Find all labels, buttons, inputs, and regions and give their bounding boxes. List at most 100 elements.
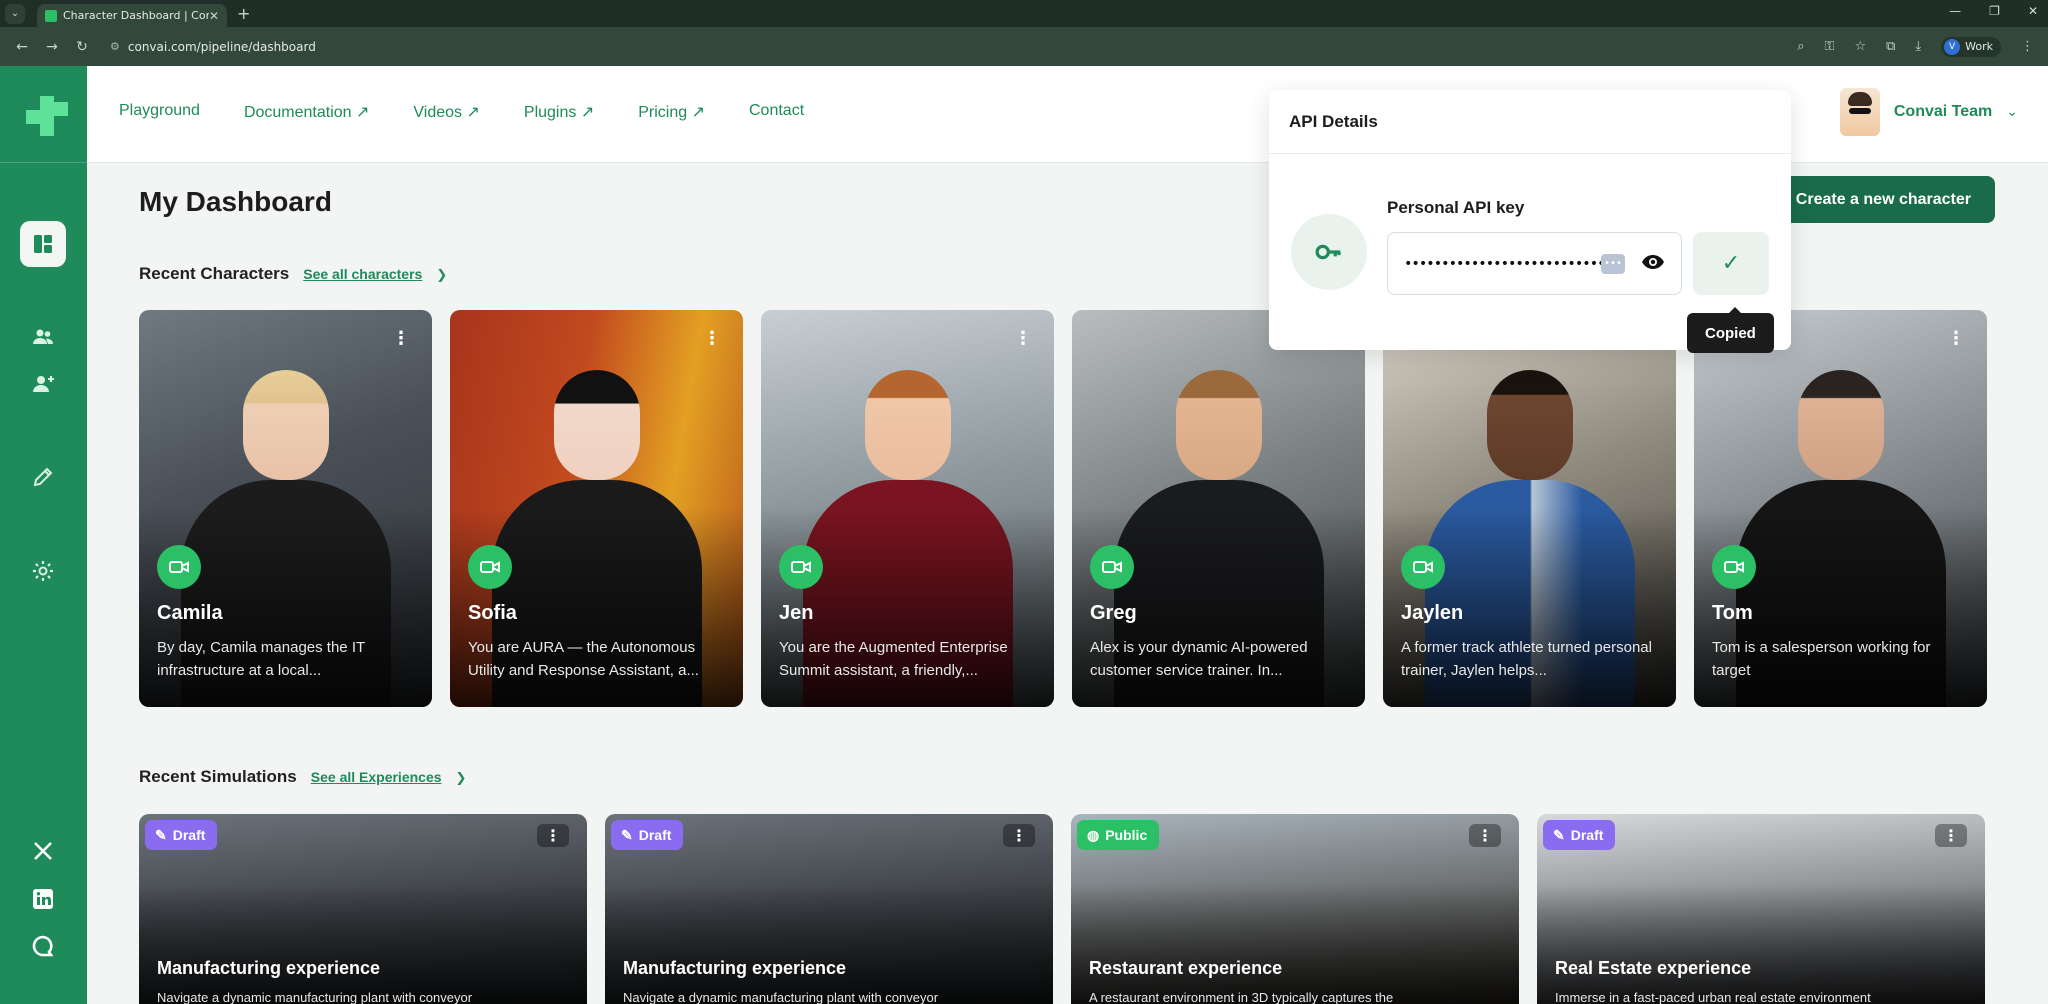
simulation-cards: ✎ Draft ⋮ Manufacturing experience Naviga… — [139, 814, 1985, 1004]
password-key-icon[interactable]: ⚿ — [1825, 39, 1835, 54]
nav-link-videos[interactable]: Videos ↗ — [413, 102, 479, 122]
minimize-icon[interactable]: — — [1949, 4, 1961, 18]
character-description: Alex is your dynamic AI-powered customer… — [1090, 639, 1308, 679]
globe-icon: ◍ — [1087, 826, 1100, 843]
video-call-button[interactable] — [157, 545, 201, 589]
video-call-button[interactable] — [1712, 545, 1756, 589]
video-camera-icon — [1413, 561, 1433, 573]
character-card[interactable]: ⋮ Greg Alex is your dynamic AI-powered c… — [1072, 310, 1365, 707]
page-title: My Dashboard — [139, 186, 332, 217]
browser-menu-icon[interactable]: ⋮ — [2021, 39, 2034, 54]
see-all-experiences-link[interactable]: See all Experiences — [311, 769, 442, 785]
more-options-icon[interactable]: ⋮ — [1003, 824, 1035, 847]
x-icon — [34, 842, 52, 860]
users-icon — [33, 329, 53, 344]
recent-characters-heading: Recent Characters — [139, 264, 290, 283]
nav-link-playground[interactable]: Playground — [119, 102, 200, 122]
character-card[interactable]: ⋮ Sofia You are AURA — the Autonomous Ut… — [450, 310, 743, 707]
video-camera-icon — [1102, 561, 1122, 573]
status-badge: ◍ Public — [1077, 820, 1160, 850]
convai-logo[interactable] — [22, 96, 68, 136]
sidebar-item-characters[interactable] — [20, 314, 66, 360]
video-call-button[interactable] — [779, 545, 823, 589]
simulation-card[interactable]: ✎ Draft ⋮ Manufacturing experience Naviga… — [139, 814, 587, 1004]
character-name: Jen — [779, 602, 814, 624]
sidebar — [0, 66, 87, 1004]
settings-icon — [33, 561, 53, 581]
browser-tab[interactable]: Character Dashboard | Convai ✕ — [37, 4, 227, 27]
api-key-input[interactable] — [1404, 255, 1601, 272]
pencil-icon: ✎ — [621, 826, 633, 843]
character-card[interactable]: ⋮ Tom Tom is a salesperson working for t… — [1694, 310, 1987, 707]
simulation-card[interactable]: ✎ Draft ⋮ Real Estate experience Immerse … — [1537, 814, 1985, 1004]
api-key-field[interactable]: ••• — [1387, 232, 1682, 295]
url-field[interactable]: ⚙ convai.com/pipeline/dashboard — [110, 40, 1797, 54]
profile-avatar: V — [1944, 38, 1961, 55]
more-options-icon[interactable]: ⋮ — [703, 328, 721, 349]
nav-link-contact[interactable]: Contact — [749, 102, 804, 122]
bookmark-star-icon[interactable]: ☆ — [1854, 39, 1866, 54]
restore-icon[interactable]: ❐ — [1989, 4, 2000, 18]
copy-api-key-button[interactable]: ✓ — [1693, 232, 1769, 295]
x-social-link[interactable] — [20, 828, 66, 874]
video-camera-icon — [169, 561, 189, 573]
pencil-icon — [33, 467, 53, 487]
avatar — [1839, 88, 1880, 136]
forward-icon[interactable]: → — [44, 39, 60, 55]
nav-link-plugins[interactable]: Plugins ↗ — [524, 102, 594, 122]
profile-button[interactable]: V Work — [1941, 36, 2001, 57]
new-tab-button[interactable]: + — [237, 4, 250, 23]
simulation-card[interactable]: ◍ Public ⋮ Restaurant experience A restau… — [1071, 814, 1519, 1004]
create-character-button[interactable]: Create a new character — [1784, 176, 1995, 223]
more-options-icon[interactable]: ⋮ — [1469, 824, 1501, 847]
video-call-button[interactable] — [1401, 545, 1445, 589]
add-user-icon — [33, 376, 54, 392]
more-options-icon[interactable]: ⋮ — [1014, 328, 1032, 349]
site-info-icon[interactable]: ⚙ — [110, 40, 120, 53]
sidebar-item-dashboard[interactable] — [20, 221, 66, 267]
password-manager-icon[interactable]: ••• — [1601, 253, 1625, 274]
close-window-icon[interactable]: ✕ — [2028, 4, 2038, 18]
sidebar-divider — [0, 162, 87, 163]
simulation-description: A restaurant environment in 3D typically… — [1089, 990, 1394, 1004]
character-name: Greg — [1090, 602, 1137, 624]
zoom-icon[interactable]: ⌕ — [1797, 39, 1804, 54]
simulation-card[interactable]: ✎ Draft ⋮ Manufacturing experience Naviga… — [605, 814, 1053, 1004]
see-all-characters-link[interactable]: See all characters — [303, 266, 422, 282]
character-description: Tom is a salesperson working for target — [1712, 639, 1931, 679]
simulation-name: Real Estate experience — [1555, 958, 1752, 978]
user-name: Convai Team — [1893, 103, 1993, 120]
more-options-icon[interactable]: ⋮ — [392, 328, 410, 349]
close-tab-icon[interactable]: ✕ — [209, 9, 219, 23]
more-options-icon[interactable]: ⋮ — [537, 824, 569, 847]
back-icon[interactable]: ← — [14, 39, 30, 55]
reload-icon[interactable]: ↻ — [74, 39, 90, 55]
sidebar-item-settings[interactable] — [20, 548, 66, 594]
character-card[interactable]: ⋮ Jen You are the Augmented Enterprise S… — [761, 310, 1054, 707]
window-controls: — ❐ ✕ — [1949, 4, 2038, 18]
sidebar-item-add-character[interactable] — [20, 361, 66, 407]
download-icon[interactable]: ⤓ — [1915, 39, 1921, 54]
chevron-right-icon: ❯ — [436, 268, 448, 283]
video-call-button[interactable] — [468, 545, 512, 589]
extensions-icon[interactable]: ⧉ — [1886, 39, 1895, 54]
user-menu[interactable]: Convai Team ⌄ — [1839, 88, 2018, 136]
browser-address-bar: ← → ↻ ⚙ convai.com/pipeline/dashboard ⌕ … — [0, 27, 2048, 66]
show-key-button[interactable] — [1641, 250, 1665, 278]
character-card[interactable]: ⋮ Jaylen A former track athlete turned p… — [1383, 310, 1676, 707]
tab-search-button[interactable]: ⌄ — [5, 3, 25, 24]
nav-link-documentation[interactable]: Documentation ↗ — [244, 102, 369, 122]
sidebar-item-edit[interactable] — [20, 454, 66, 500]
chat-social-link[interactable] — [20, 923, 66, 969]
recent-characters-header: Recent Characters See all characters ❯ — [139, 264, 447, 284]
badge-label: Public — [1105, 827, 1148, 843]
video-call-button[interactable] — [1090, 545, 1134, 589]
simulation-description: Navigate a dynamic manufacturing plant w… — [623, 990, 939, 1004]
character-card[interactable]: ⋮ Camila By day, Camila manages the IT i… — [139, 310, 432, 707]
nav-link-pricing[interactable]: Pricing ↗ — [638, 102, 705, 122]
video-camera-icon — [480, 561, 500, 573]
linkedin-social-link[interactable] — [20, 876, 66, 922]
more-options-icon[interactable]: ⋮ — [1935, 824, 1967, 847]
status-badge: ✎ Draft — [611, 820, 684, 850]
more-options-icon[interactable]: ⋮ — [1947, 328, 1965, 349]
